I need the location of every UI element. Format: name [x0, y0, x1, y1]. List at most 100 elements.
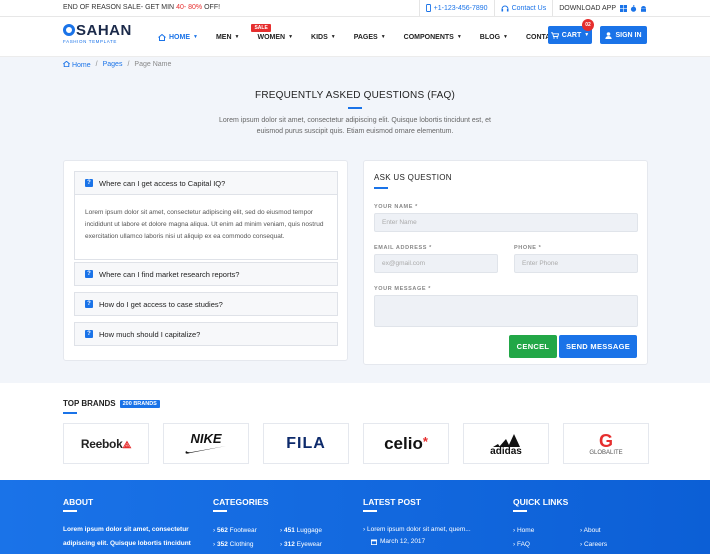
cart-label: CART	[561, 31, 582, 39]
home-icon	[63, 60, 70, 68]
divider	[552, 0, 554, 16]
message-field[interactable]	[374, 295, 638, 327]
chevron-down-icon: ▼	[503, 34, 508, 40]
quick-link-home[interactable]: › Home	[513, 527, 534, 534]
faq-answer: Lorem ipsum dolor sit amet, consectetur …	[75, 194, 337, 259]
promo-prefix: END OF REASON SALE- GET MIN	[63, 4, 175, 11]
promo-highlight: 40- 80%	[176, 4, 203, 11]
category-link[interactable]: › 352 Clothing	[213, 541, 254, 548]
breadcrumb-pages[interactable]: Pages	[103, 61, 123, 69]
faq-question[interactable]: ? Where can I find market research repor…	[75, 263, 337, 285]
faq-question[interactable]: ? How much should I capitalize?	[75, 323, 337, 345]
nav-kids-label: KIDS	[311, 33, 328, 41]
name-label: YOUR NAME *	[374, 204, 418, 210]
breadcrumb: Home / Pages / Page Name	[63, 60, 172, 69]
phone-icon	[425, 4, 431, 12]
chevron-down-icon: ▼	[288, 34, 294, 40]
faq-question-text: Where can I find market research reports…	[99, 269, 240, 279]
adidas-logo: adidas	[490, 431, 522, 457]
brand-tile-globalite[interactable]: G GLOBALITE	[563, 423, 649, 464]
faq-question[interactable]: ? How do I get access to case studies?	[75, 293, 337, 315]
brand-tile-celio[interactable]: celio*	[363, 423, 449, 464]
faq-item[interactable]: ? How much should I capitalize?	[74, 322, 338, 346]
footer-about-text: Lorem ipsum dolor sit amet, consectetur	[63, 526, 189, 533]
quick-link-careers[interactable]: › Careers	[580, 541, 607, 548]
ask-title-underline	[374, 187, 388, 189]
footer-categories-underline	[213, 510, 227, 512]
contact-link[interactable]: Contact Us	[501, 5, 546, 12]
message-label: YOUR MESSAGE *	[374, 286, 431, 292]
chevron-down-icon: ▼	[330, 34, 336, 40]
latest-post-date: March 12, 2017	[371, 538, 425, 545]
brand-tile-fila[interactable]: FILA	[263, 423, 349, 464]
android-icon[interactable]	[640, 5, 647, 12]
swoosh-icon	[185, 445, 226, 454]
nav-women-label: WOMEN	[257, 33, 286, 41]
nav-pages-label: PAGES	[353, 33, 378, 41]
send-message-button[interactable]: SEND MESSAGE	[559, 335, 637, 358]
brand-tile-reebok[interactable]: Reebok⟁	[63, 423, 149, 464]
nav-pages[interactable]: PAGES ▼	[354, 34, 386, 41]
faq-item[interactable]: ? How do I get access to case studies?	[74, 292, 338, 316]
cart-button[interactable]: CART ▼ 02	[548, 19, 594, 44]
faq-card: ? Where can I get access to Capital IQ? …	[63, 160, 348, 361]
breadcrumb-home[interactable]: Home	[63, 60, 91, 69]
nav-women[interactable]: SALE WOMEN ▼	[251, 23, 294, 41]
category-link[interactable]: › 312 Eyewear	[280, 541, 322, 548]
category-link[interactable]: › 451 Luggage	[280, 527, 322, 534]
faq-item[interactable]: ? Where can I get access to Capital IQ? …	[74, 171, 338, 260]
cancel-button[interactable]: CENCEL	[509, 335, 557, 358]
logo[interactable]: SAHAN FASHION TEMPLATE	[63, 23, 132, 44]
faq-question-text: How do I get access to case studies?	[99, 299, 223, 309]
breadcrumb-current: Page Name	[134, 61, 172, 68]
page-subtitle: Lorem ipsum dolor sit amet, consectetur …	[219, 117, 491, 135]
question-icon: ?	[85, 300, 93, 308]
footer: ABOUT Lorem ipsum dolor sit amet, consec…	[0, 480, 710, 554]
phone-field[interactable]: Enter Phone	[514, 254, 638, 273]
logo-name: SAHAN	[76, 22, 132, 39]
brand-tile-nike[interactable]: NIKE	[163, 423, 249, 464]
nav-men-label: MEN	[215, 33, 232, 41]
brand-tile-adidas[interactable]: adidas	[463, 423, 549, 464]
footer-about-title: ABOUT	[63, 497, 94, 507]
brands-underline	[63, 412, 77, 414]
nav-home[interactable]: HOME ▼	[158, 33, 198, 41]
brands-heading: TOP BRANDS 200 BRANDS	[63, 399, 160, 408]
phone-label: PHONE *	[514, 245, 542, 251]
category-link[interactable]: › 562 Footwear	[213, 527, 257, 534]
breadcrumb-separator: /	[95, 61, 98, 68]
celio-logo: celio*	[384, 433, 428, 453]
globalite-logo: G GLOBALITE	[589, 430, 623, 456]
footer-links-underline	[513, 510, 527, 512]
brands-count-badge: 200 BRANDS	[119, 399, 160, 408]
download-app-label: DOWNLOAD APP	[559, 4, 616, 12]
footer-latest-title: LATEST POST	[363, 497, 421, 507]
chevron-down-icon: ▼	[380, 34, 386, 40]
latest-post-link[interactable]: › Lorem ipsum dolor sit amet, quem...	[363, 526, 471, 533]
faq-item[interactable]: ? Where can I find market research repor…	[74, 262, 338, 286]
nav-components[interactable]: COMPONENTS ▼	[404, 34, 462, 41]
brands-title: TOP BRANDS	[63, 399, 116, 408]
promo-suffix: OFF!	[204, 4, 221, 11]
name-field[interactable]: Enter Name	[374, 213, 638, 232]
nav-kids[interactable]: KIDS ▼	[311, 34, 336, 41]
quick-link-faq[interactable]: › FAQ	[513, 541, 530, 548]
sign-in-button[interactable]: SIGN IN	[600, 26, 647, 44]
quick-link-about[interactable]: › About	[580, 527, 601, 534]
divider	[418, 0, 420, 16]
top-bar: END OF REASON SALE- GET MIN 40- 80% OFF!…	[0, 0, 710, 17]
faq-question[interactable]: ? Where can I get access to Capital IQ?	[75, 172, 337, 194]
phone-link[interactable]: +1-123-456-7890	[425, 4, 488, 12]
title-underline	[348, 107, 362, 109]
home-icon	[158, 33, 166, 41]
nav-men[interactable]: MEN ▼	[216, 34, 240, 41]
email-label: EMAIL ADDRESS *	[374, 245, 432, 251]
fila-logo: FILA	[286, 434, 326, 452]
calendar-icon	[371, 538, 377, 545]
email-field[interactable]: ex@gmail.com	[374, 254, 498, 273]
page-title: FREQUENTLY ASKED QUESTIONS (FAQ)	[255, 90, 455, 101]
sign-in-label: SIGN IN	[615, 31, 642, 39]
windows-icon[interactable]	[620, 4, 627, 12]
apple-icon[interactable]	[630, 4, 637, 12]
nav-blog[interactable]: BLOG ▼	[480, 34, 508, 41]
